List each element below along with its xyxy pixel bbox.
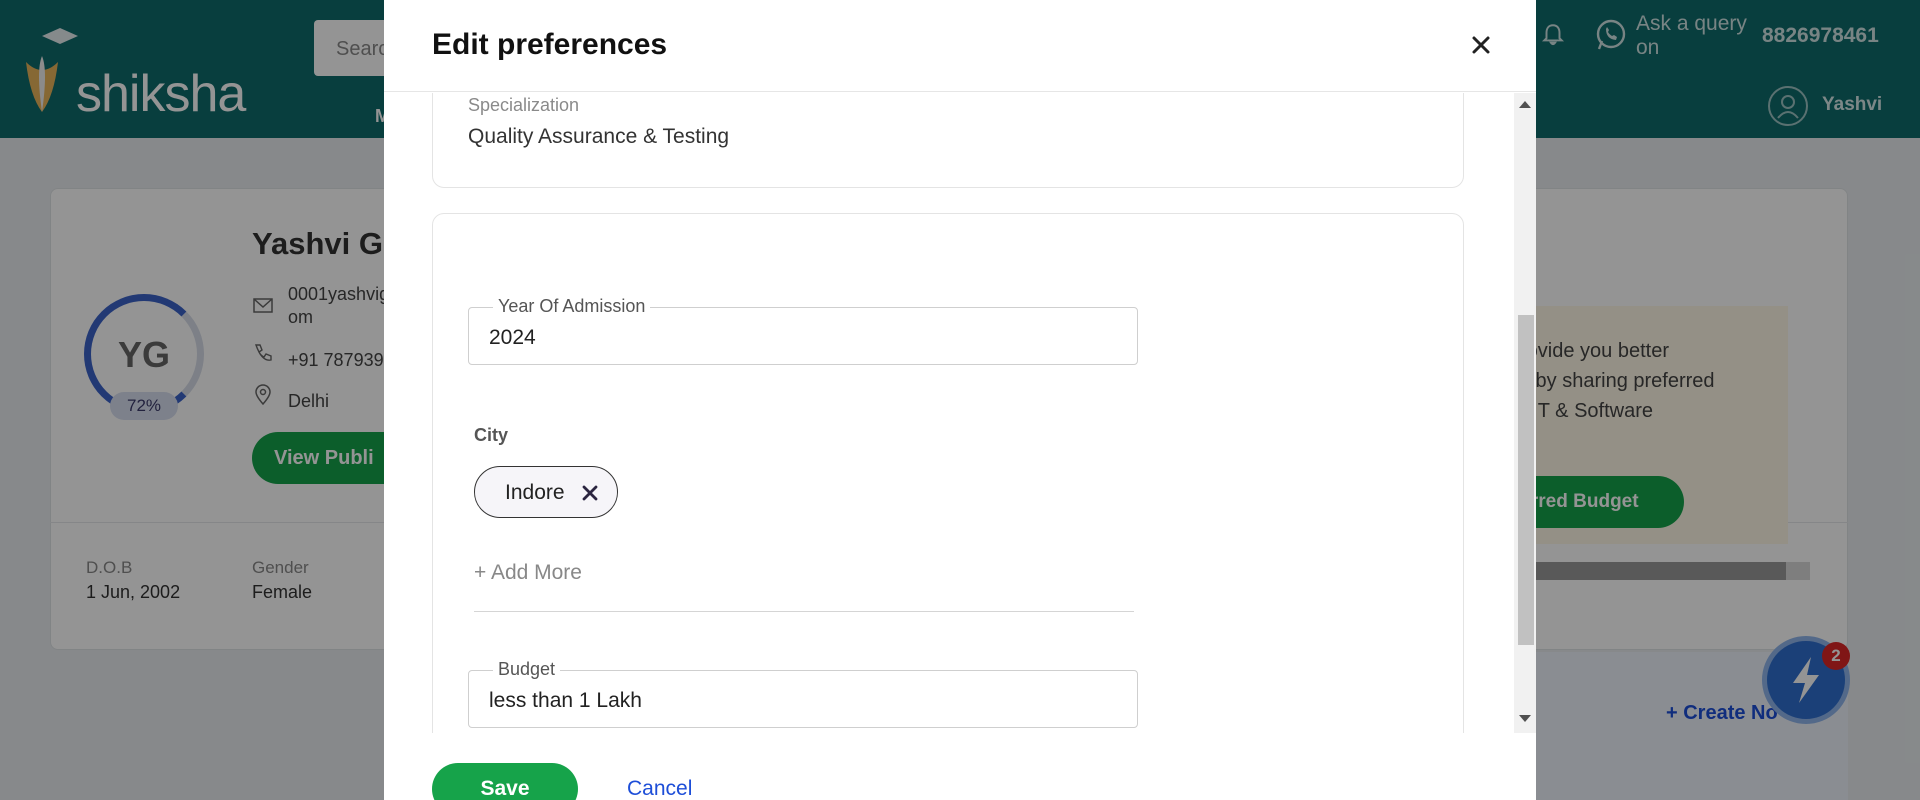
modal-header: Edit preferences (384, 0, 1536, 92)
close-icon (1472, 36, 1490, 54)
scroll-up-arrow-icon[interactable] (1519, 101, 1531, 108)
scrollbar-thumb[interactable] (1518, 315, 1534, 645)
specialization-label: Specialization (468, 95, 580, 115)
close-button[interactable] (1466, 30, 1496, 60)
save-button[interactable]: Save (432, 763, 578, 800)
year-of-admission-value: 2024 (489, 326, 536, 349)
budget-field[interactable]: Budget less than 1 Lakh (468, 659, 1138, 728)
add-more-underline (474, 611, 1134, 612)
specialization-value: Quality Assurance & Testing (468, 125, 730, 148)
modal-title: Edit preferences (432, 28, 668, 61)
scroll-down-arrow-icon[interactable] (1519, 715, 1531, 722)
modal-footer: Save Cancel (384, 733, 1536, 800)
add-more-city-link[interactable]: + Add More (474, 561, 582, 585)
budget-value: less than 1 Lakh (489, 689, 642, 712)
year-of-admission-field[interactable]: Year Of Admission 2024 (468, 296, 1138, 365)
city-chip-indore[interactable]: Indore (474, 466, 618, 518)
edit-preferences-modal: Edit preferences Specialization Quality … (384, 0, 1536, 800)
city-label: City (474, 425, 509, 445)
modal-body[interactable]: Specialization Quality Assurance & Testi… (384, 93, 1514, 733)
modal-vertical-scrollbar[interactable] (1514, 93, 1536, 733)
budget-label: Budget (493, 659, 561, 680)
cancel-button[interactable]: Cancel (627, 777, 692, 800)
remove-chip-icon[interactable] (581, 484, 599, 502)
city-chip-label: Indore (505, 481, 565, 504)
year-of-admission-label: Year Of Admission (493, 296, 651, 317)
